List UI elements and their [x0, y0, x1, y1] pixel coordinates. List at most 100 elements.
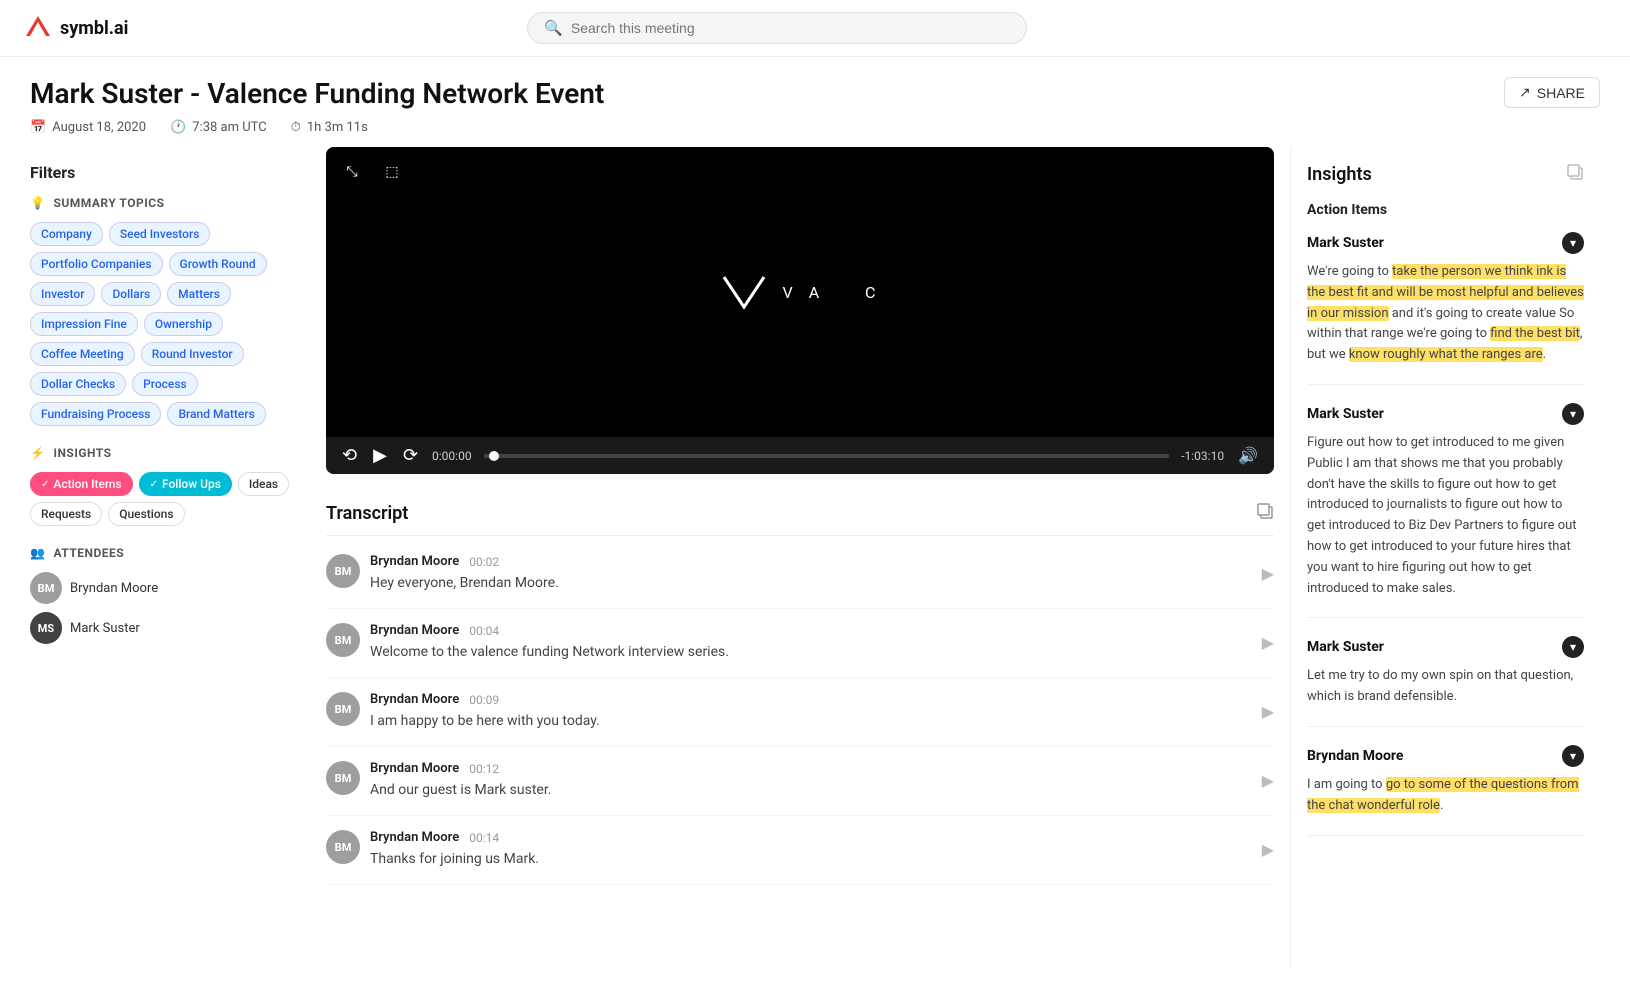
transcript-timestamp: 00:04: [469, 624, 499, 638]
video-progress-dot: [489, 451, 499, 461]
people-icon: 👥: [30, 546, 45, 560]
transcript-header: Transcript: [326, 490, 1274, 536]
transcript-meta: Bryndan Moore 00:09: [370, 692, 1252, 707]
insight-card: Mark Suster ▾ Let me try to do my own sp…: [1307, 636, 1584, 727]
summary-topic-tag[interactable]: Impression Fine: [30, 312, 138, 336]
summary-topic-tag[interactable]: Ownership: [144, 312, 223, 336]
transcript-play-button[interactable]: ▶: [1262, 564, 1274, 584]
summary-topic-tag[interactable]: Process: [132, 372, 198, 396]
attendee-item[interactable]: BM Bryndan Moore: [30, 572, 310, 604]
filters-title: Filters: [30, 163, 310, 182]
transcript-timestamp: 00:09: [469, 693, 499, 707]
insight-card-toggle[interactable]: ▾: [1562, 636, 1584, 658]
transcript-entry-content: Bryndan Moore 00:12 And our guest is Mar…: [370, 761, 1252, 801]
meta-date: 📅 August 18, 2020: [30, 120, 146, 135]
insights-copy-icon: [1566, 163, 1584, 181]
normal-text: .: [1440, 798, 1443, 813]
search-input[interactable]: [571, 20, 1010, 36]
center-panel: ⤡ ⬚ V A C ⟲ ▶ ⟳ 0:00:00 -1:03: [310, 147, 1290, 970]
insight-card-toggle[interactable]: ▾: [1562, 745, 1584, 767]
transcript-timestamp: 00:14: [469, 831, 499, 845]
page-title: Mark Suster - Valence Funding Network Ev…: [30, 77, 604, 110]
transcript-play-button[interactable]: ▶: [1262, 633, 1274, 653]
transcript-play-button[interactable]: ▶: [1262, 840, 1274, 860]
meta-time: 🕐 7:38 am UTC: [170, 120, 267, 135]
insight-card: Bryndan Moore ▾ I am going to go to some…: [1307, 745, 1584, 836]
insight-card: Mark Suster ▾ Figure out how to get intr…: [1307, 403, 1584, 618]
insight-card: Mark Suster ▾ We're going to take the pe…: [1307, 232, 1584, 385]
video-fullscreen-btn[interactable]: ⤡: [336, 157, 368, 185]
transcript-entry-content: Bryndan Moore 00:09 I am happy to be her…: [370, 692, 1252, 732]
transcript-timestamp: 00:02: [469, 555, 499, 569]
normal-text: .: [1543, 347, 1546, 362]
summary-topic-tag[interactable]: Round Investor: [141, 342, 244, 366]
attendees-section: 👥 ATTENDEES BM Bryndan Moore MS Mark Sus…: [30, 546, 310, 644]
insights-cards-container: Mark Suster ▾ We're going to take the pe…: [1307, 232, 1584, 836]
timer-icon: ⏱: [291, 120, 301, 135]
video-volume-btn[interactable]: 🔊: [1236, 446, 1260, 466]
video-skip-back-btn[interactable]: ⟲: [340, 445, 359, 466]
video-top-controls: ⤡ ⬚: [336, 157, 408, 185]
share-label: SHARE: [1537, 85, 1585, 101]
transcript-entry: BM Bryndan Moore 00:02 Hey everyone, Bre…: [326, 540, 1274, 609]
transcript-speaker-avatar: BM: [326, 761, 360, 795]
transcript-speaker-name: Bryndan Moore: [370, 554, 459, 569]
insight-card-speaker: Mark Suster: [1307, 639, 1384, 655]
share-button[interactable]: ↗ SHARE: [1504, 77, 1600, 108]
summary-topic-tag[interactable]: Company: [30, 222, 103, 246]
v-shape-svg: [719, 272, 769, 312]
insight-card-toggle[interactable]: ▾: [1562, 403, 1584, 425]
insights-copy-button[interactable]: [1566, 163, 1584, 186]
search-bar[interactable]: 🔍: [527, 12, 1027, 44]
transcript-text: And our guest is Mark suster.: [370, 780, 1252, 801]
transcript-play-button[interactable]: ▶: [1262, 702, 1274, 722]
attendees-list: BM Bryndan Moore MS Mark Suster: [30, 572, 310, 644]
summary-topic-tag[interactable]: Seed Investors: [109, 222, 211, 246]
logo-icon: [24, 14, 52, 42]
insight-card-header: Bryndan Moore ▾: [1307, 745, 1584, 767]
insight-card-speaker: Mark Suster: [1307, 235, 1384, 251]
video-total-time: -1:03:10: [1181, 449, 1224, 463]
video-pip-btn[interactable]: ⬚: [376, 157, 408, 185]
share-icon: ↗: [1519, 84, 1531, 101]
insight-card-text: I am going to go to some of the question…: [1307, 775, 1584, 817]
insight-filter-tag[interactable]: ✓ Follow Ups: [139, 472, 232, 496]
summary-topic-tag[interactable]: Investor: [30, 282, 95, 306]
transcript-entry-content: Bryndan Moore 00:04 Welcome to the valen…: [370, 623, 1252, 663]
meta-duration: ⏱ 1h 3m 11s: [291, 120, 368, 135]
transcript-play-button[interactable]: ▶: [1262, 771, 1274, 791]
normal-text: I am going to: [1307, 777, 1386, 792]
summary-topic-tag[interactable]: Fundraising Process: [30, 402, 161, 426]
insight-card-speaker: Bryndan Moore: [1307, 748, 1403, 764]
app-logo[interactable]: symbl.ai: [24, 14, 128, 42]
insights-panel-title: Insights: [1307, 163, 1584, 186]
summary-topic-tag[interactable]: Matters: [167, 282, 231, 306]
transcript-entry-content: Bryndan Moore 00:02 Hey everyone, Brenda…: [370, 554, 1252, 594]
video-skip-forward-btn[interactable]: ⟳: [401, 445, 420, 466]
insight-filter-tag[interactable]: Ideas: [238, 472, 289, 496]
summary-topic-tag[interactable]: Portfolio Companies: [30, 252, 163, 276]
insights-tags: ✓ Action Items✓ Follow UpsIdeas RequestsQ…: [30, 472, 310, 526]
copy-icon: [1256, 502, 1274, 520]
summary-topic-tag[interactable]: Growth Round: [169, 252, 267, 276]
transcript-meta: Bryndan Moore 00:14: [370, 830, 1252, 845]
transcript-copy-button[interactable]: [1256, 502, 1274, 525]
transcript-title: Transcript: [326, 503, 408, 524]
transcript-text: Hey everyone, Brendan Moore.: [370, 573, 1252, 594]
summary-topic-tag[interactable]: Dollars: [101, 282, 161, 306]
insight-filter-tag[interactable]: ✓ Action Items: [30, 472, 133, 496]
summary-topic-tag[interactable]: Brand Matters: [167, 402, 265, 426]
transcript-speaker-name: Bryndan Moore: [370, 623, 459, 638]
bulb-icon: 💡: [30, 196, 45, 210]
video-container: ⤡ ⬚ V A C ⟲ ▶ ⟳ 0:00:00 -1:03: [326, 147, 1274, 474]
video-progress-bar[interactable]: [484, 454, 1170, 458]
insight-card-toggle[interactable]: ▾: [1562, 232, 1584, 254]
summary-topic-tag[interactable]: Dollar Checks: [30, 372, 126, 396]
normal-text: We're going to: [1307, 264, 1392, 279]
insight-filter-tag[interactable]: Requests: [30, 502, 102, 526]
video-play-btn[interactable]: ▶: [371, 445, 389, 466]
insight-filter-tag[interactable]: Questions: [108, 502, 184, 526]
summary-topic-tag[interactable]: Coffee Meeting: [30, 342, 135, 366]
attendee-item[interactable]: MS Mark Suster: [30, 612, 310, 644]
video-screen: V A C: [326, 147, 1274, 437]
